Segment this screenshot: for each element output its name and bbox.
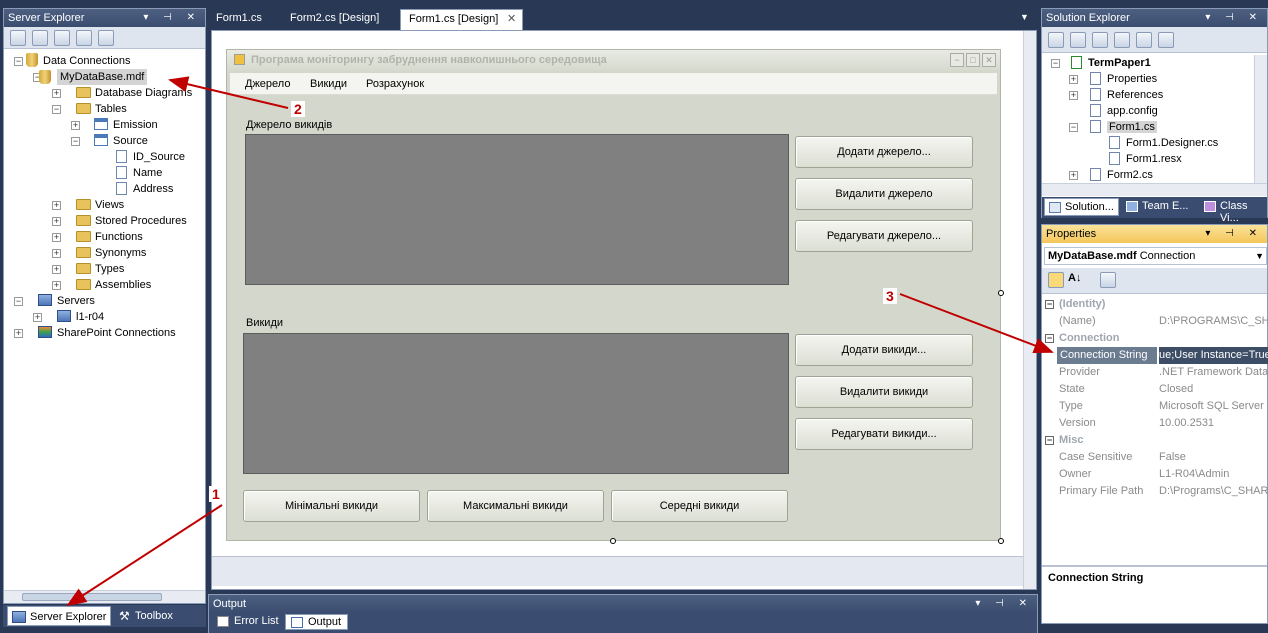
- arrow-1: [66, 504, 223, 607]
- annotation-arrows: [66, 76, 1054, 607]
- arrow-2: [168, 76, 289, 109]
- annotation-label-2: 2: [291, 101, 305, 117]
- annotation-label-1: 1: [209, 486, 223, 502]
- arrow-3: [899, 293, 1054, 354]
- annotation-label-3: 3: [883, 288, 897, 304]
